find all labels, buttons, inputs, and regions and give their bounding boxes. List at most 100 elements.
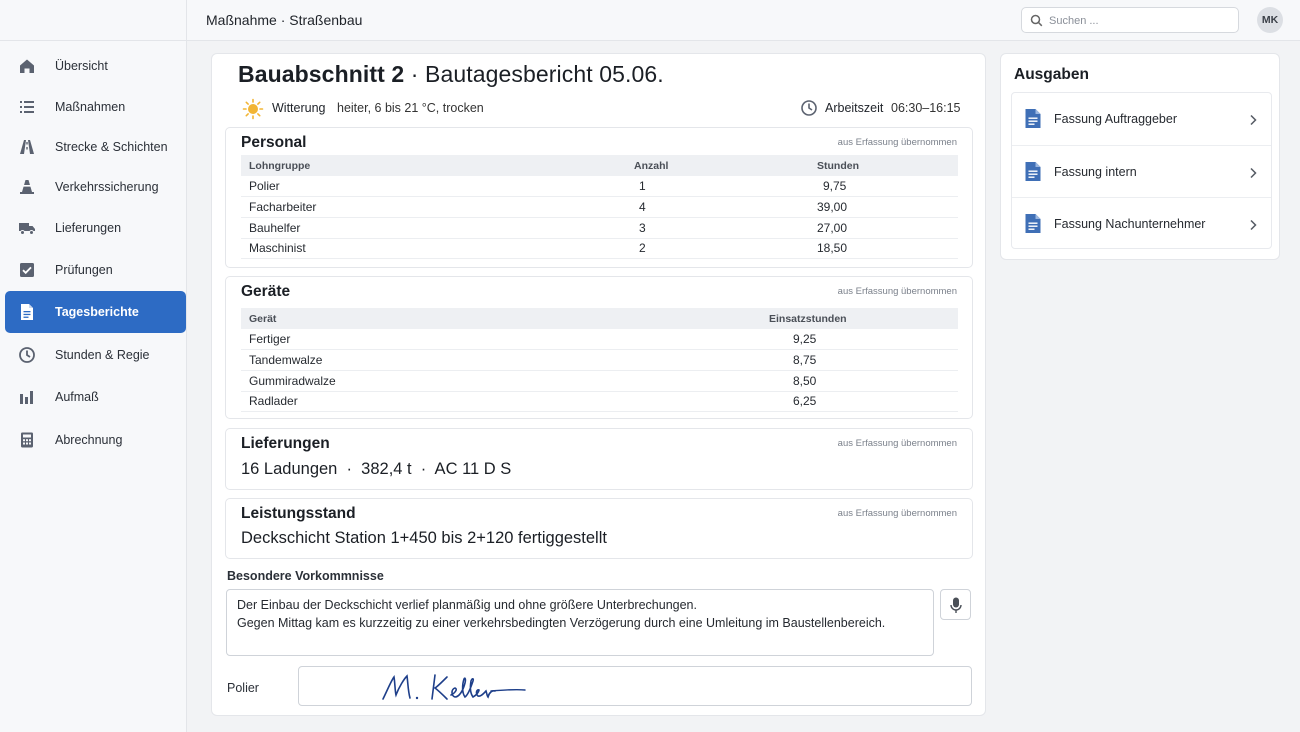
- section-leistungsstand: Leistungsstand aus Erfassung übernommen …: [225, 498, 973, 559]
- search-icon: [1030, 14, 1043, 27]
- breadcrumb: Maßnahme · Straßenbau: [206, 12, 363, 28]
- output-item-nachunternehmer[interactable]: Fassung Nachunternehmer: [1012, 197, 1271, 249]
- sidebar-item-lieferungen[interactable]: Lieferungen: [5, 208, 186, 248]
- dictate-button[interactable]: [940, 589, 971, 620]
- sidebar-header: [0, 0, 186, 41]
- microphone-icon: [950, 597, 962, 613]
- column-header: Gerät: [241, 308, 761, 329]
- home-icon: [20, 59, 34, 73]
- outputs-list: Fassung Auftraggeber Fassung intern Fass…: [1011, 92, 1272, 249]
- sidebar-item-label: Verkehrssicherung: [55, 180, 159, 194]
- sidebar-item-label: Prüfungen: [55, 263, 113, 277]
- geraete-table: Gerät Einsatzstunden Fertiger 9,25 Tandem…: [241, 308, 958, 413]
- source-note: aus Erfassung übernommen: [837, 286, 957, 297]
- sidebar-item-massnahmen[interactable]: Maßnahmen: [5, 87, 186, 127]
- sun-icon: [242, 98, 264, 120]
- table-row: Facharbeiter 4 39,00: [241, 196, 958, 218]
- document-icon: [21, 304, 33, 320]
- leistungsstand-summary: Deckschicht Station 1+450 bis 2+120 fert…: [241, 529, 607, 547]
- source-note: aus Erfassung übernommen: [837, 508, 957, 519]
- column-header: Einsatzstunden: [761, 308, 958, 329]
- outputs-title: Ausgaben: [1014, 66, 1089, 83]
- chevron-right-icon: [1250, 219, 1257, 231]
- sidebar-item-label: Aufmaß: [55, 390, 99, 404]
- section-title: Personal: [241, 134, 307, 151]
- worktime-label: Arbeitszeit: [825, 101, 884, 115]
- lieferungen-summary: 16 Ladungen · 382,4 t · AC 11 D S: [241, 460, 512, 478]
- besondere-label: Besondere Vorkommnisse: [227, 569, 384, 583]
- sidebar-item-label: Stunden & Regie: [55, 348, 150, 362]
- output-label: Fassung Nachunternehmer: [1054, 217, 1206, 231]
- section-title: Geräte: [241, 283, 291, 300]
- besondere-textarea[interactable]: Der Einbau der Deckschicht verlief planm…: [226, 589, 934, 656]
- section-lieferungen: Lieferungen aus Erfassung übernommen 16 …: [225, 428, 973, 490]
- sidebar-item-abrechnung[interactable]: Abrechnung: [5, 420, 186, 460]
- section-title: Lieferungen: [241, 435, 330, 452]
- page-title: Bauabschnitt 2 · Bautagesbericht 05.06.: [238, 61, 664, 87]
- traffic-cone-icon: [20, 180, 34, 194]
- sidebar-item-strecke[interactable]: Strecke & Schichten: [5, 127, 186, 167]
- worktime-value: 06:30–16:15: [891, 101, 961, 115]
- weather-value: heiter, 6 bis 21 °C, trocken: [337, 101, 484, 115]
- table-row: Maschinist 2 18,50: [241, 238, 958, 260]
- sidebar-item-label: Strecke & Schichten: [55, 140, 168, 154]
- clock-icon: [19, 347, 35, 363]
- sidebar-item-uebersicht[interactable]: Übersicht: [5, 46, 186, 86]
- avatar[interactable]: MK: [1257, 7, 1283, 33]
- sidebar-item-aufmass[interactable]: Aufmaß: [5, 377, 186, 417]
- output-item-intern[interactable]: Fassung intern: [1012, 145, 1271, 197]
- section-title: Leistungsstand: [241, 505, 356, 522]
- sidebar-item-label: Übersicht: [55, 59, 108, 73]
- column-header: Lohngruppe: [241, 155, 626, 176]
- source-note: aus Erfassung übernommen: [837, 438, 957, 449]
- table-row: Gummiradwalze 8,50: [241, 370, 958, 392]
- output-label: Fassung intern: [1054, 165, 1137, 179]
- search-box[interactable]: [1021, 7, 1239, 33]
- weather-label: Witterung: [272, 101, 326, 115]
- table-row: Fertiger 9,25: [241, 329, 958, 351]
- column-header: Stunden: [809, 155, 958, 176]
- sidebar-item-label: Maßnahmen: [55, 100, 126, 114]
- list-icon: [20, 101, 34, 113]
- road-icon: [20, 140, 34, 154]
- sidebar-item-label: Abrechnung: [55, 433, 123, 447]
- table-row: Polier 1 9,75: [241, 176, 958, 198]
- truck-icon: [19, 223, 35, 235]
- signature-field[interactable]: [298, 666, 972, 706]
- output-label: Fassung Auftraggeber: [1054, 112, 1177, 126]
- output-item-auftraggeber[interactable]: Fassung Auftraggeber: [1012, 93, 1271, 145]
- personal-table: Lohngruppe Anzahl Stunden Polier 1 9,75 Fa…: [241, 155, 958, 260]
- sidebar-item-verkehrssicherung[interactable]: Verkehrssicherung: [5, 167, 186, 207]
- search-input[interactable]: [1049, 12, 1229, 29]
- textarea-line: Der Einbau der Deckschicht verlief planm…: [237, 598, 697, 612]
- polier-label: Polier: [227, 681, 259, 695]
- sidebar-item-label: Lieferungen: [55, 221, 122, 235]
- report-card: Bauabschnitt 2 · Bautagesbericht 05.06. …: [211, 53, 986, 716]
- column-header: Anzahl: [626, 155, 809, 176]
- document-icon: [1025, 214, 1041, 233]
- calculator-icon: [21, 432, 33, 448]
- section-geraete: Geräte aus Erfassung übernommen Gerät Ei…: [225, 276, 973, 419]
- checkbox-icon: [20, 263, 34, 277]
- chevron-right-icon: [1250, 167, 1257, 179]
- section-personal: Personal aus Erfassung übernommen Lohngr…: [225, 127, 973, 268]
- sidebar-item-stunden[interactable]: Stunden & Regie: [5, 335, 186, 375]
- report-meta-row: Witterung heiter, 6 bis 21 °C, trocken A…: [242, 98, 962, 120]
- outputs-card: Ausgaben Fassung Auftraggeber Fassung in…: [1000, 53, 1280, 260]
- sidebar: Übersicht Maßnahmen Strecke & Schichten …: [0, 0, 187, 732]
- signature-image: [382, 674, 526, 700]
- bar-chart-icon: [20, 391, 33, 404]
- document-icon: [1025, 109, 1041, 128]
- sidebar-item-tagesberichte[interactable]: Tagesberichte: [5, 291, 186, 333]
- source-note: aus Erfassung übernommen: [837, 137, 957, 148]
- top-bar: Maßnahme · Straßenbau MK: [187, 0, 1300, 41]
- table-row: Tandemwalze 8,75: [241, 349, 958, 371]
- table-row: Bauhelfer 3 27,00: [241, 217, 958, 239]
- chevron-right-icon: [1250, 114, 1257, 126]
- sidebar-item-pruefungen[interactable]: Prüfungen: [5, 250, 186, 290]
- document-icon: [1025, 162, 1041, 181]
- clock-icon: [801, 100, 817, 116]
- table-row: Radlader 6,25: [241, 391, 958, 413]
- sidebar-item-label: Tagesberichte: [55, 305, 139, 319]
- textarea-line: Gegen Mittag kam es kurzzeitig zu einer …: [237, 616, 886, 630]
